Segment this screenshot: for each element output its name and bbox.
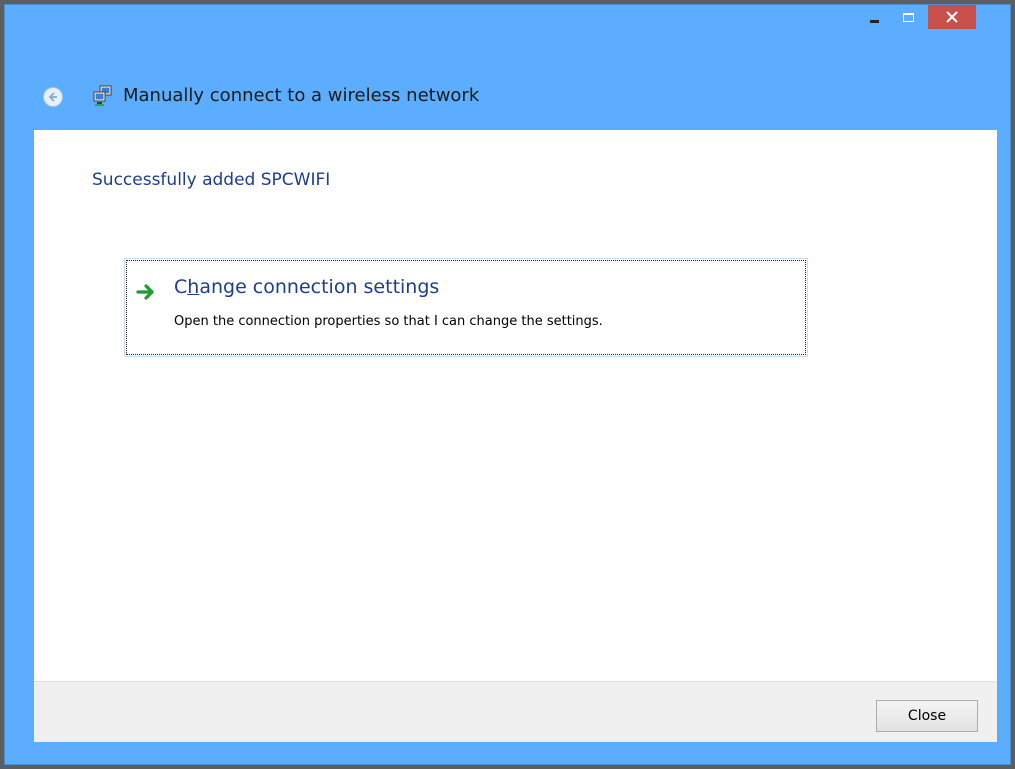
dialog-title: Manually connect to a wireless network [123, 85, 480, 106]
close-button[interactable]: Close [876, 700, 978, 732]
command-link-title: Change connection settings [174, 276, 439, 298]
network-icon [93, 85, 112, 106]
maximize-icon [903, 12, 914, 22]
dialog-footer: Close [34, 681, 997, 742]
minimize-button[interactable] [860, 5, 889, 29]
close-icon [946, 11, 958, 23]
command-link-title-part2: ange connection settings [199, 276, 440, 298]
focus-ring [126, 260, 806, 355]
green-arrow-icon [136, 284, 154, 300]
minimize-icon [870, 20, 879, 23]
success-heading: Successfully added SPCWIFI [92, 170, 331, 190]
dialog-header: Manually connect to a wireless network [5, 79, 1010, 133]
back-button[interactable] [43, 87, 63, 107]
change-connection-settings-link[interactable]: Change connection settings Open the conn… [124, 258, 808, 357]
command-link-title-part1: C [174, 276, 188, 298]
command-link-description: Open the connection properties so that I… [174, 314, 603, 329]
maximize-button[interactable] [894, 5, 923, 29]
content-area: Successfully added SPCWIFI Change connec… [34, 130, 997, 681]
close-window-button[interactable] [928, 5, 976, 29]
back-arrow-icon [48, 92, 57, 102]
dialog-window: Manually connect to a wireless network S… [4, 4, 1011, 765]
command-link-accelerator: h [187, 276, 200, 298]
title-bar [5, 5, 1010, 35]
